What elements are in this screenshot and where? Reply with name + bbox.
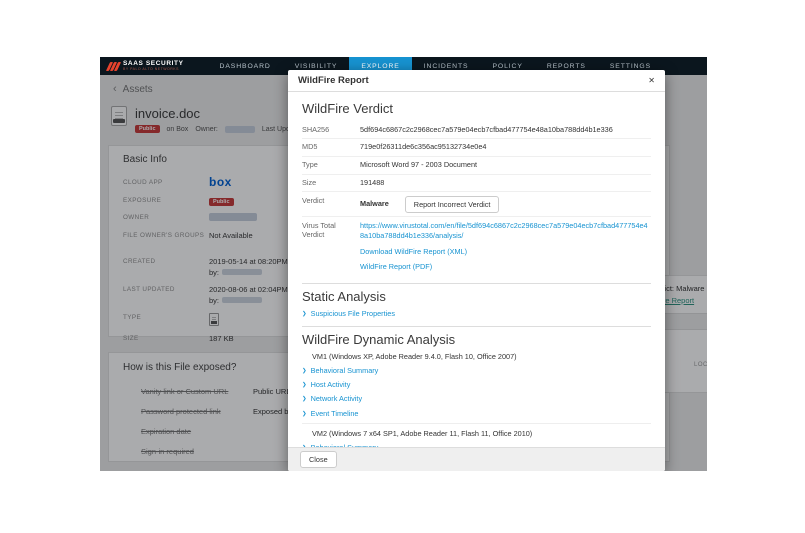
row-md5: MD5 719e0f26311de6c356ac95132734e0e4 <box>302 139 651 157</box>
close-icon[interactable]: ✕ <box>648 76 655 85</box>
verdict-value: Malware <box>360 199 389 209</box>
row-size: Size 191488 <box>302 175 651 193</box>
palo-alto-logo-icon <box>105 61 122 71</box>
chevron-right-icon: ❯ <box>302 410 307 417</box>
app-window: SAAS SECURITY BY PALO ALTO NETWORKS DASH… <box>100 57 707 471</box>
vm1-name: VM1 (Windows XP, Adobe Reader 9.4.0, Fla… <box>312 351 517 361</box>
modal-body: WildFire Verdict SHA256 5df694c6867c2c29… <box>288 92 665 447</box>
close-button[interactable]: Close <box>300 451 337 468</box>
static-analysis-heading: Static Analysis <box>302 288 386 304</box>
nav-dashboard[interactable]: DASHBOARD <box>208 57 283 75</box>
virustotal-link[interactable]: https://www.virustotal.com/en/file/5df69… <box>360 221 651 241</box>
section-divider <box>302 325 651 327</box>
row-sha256: SHA256 5df694c6867c2c2968cec7a579e04ecb7… <box>302 121 651 139</box>
wildfire-report-modal: WildFire Report ✕ WildFire Verdict SHA25… <box>288 70 665 471</box>
modal-footer: Close <box>288 447 665 471</box>
row-verdict: Verdict Malware Report Incorrect Verdict <box>302 192 651 218</box>
chevron-right-icon: ❯ <box>302 367 307 374</box>
modal-header: WildFire Report ✕ <box>288 70 665 92</box>
vm1-host-activity-link[interactable]: ❯ Host Activity <box>302 380 651 390</box>
vm-divider <box>302 423 651 425</box>
wildfire-verdict-heading: WildFire Verdict <box>302 101 394 116</box>
dynamic-analysis-heading: WildFire Dynamic Analysis <box>302 331 456 347</box>
chevron-right-icon: ❯ <box>302 396 307 403</box>
chevron-right-icon: ❯ <box>302 381 307 388</box>
download-pdf-link[interactable]: WildFire Report (PDF) <box>360 262 651 272</box>
brand: SAAS SECURITY BY PALO ALTO NETWORKS <box>100 57 194 75</box>
modal-title: WildFire Report <box>298 75 369 86</box>
vm1-event-timeline-link[interactable]: ❯ Event Timeline <box>302 409 651 419</box>
download-xml-link[interactable]: Download WildFire Report (XML) <box>360 247 651 257</box>
section-divider <box>302 282 651 284</box>
report-incorrect-verdict-button[interactable]: Report Incorrect Verdict <box>404 195 500 213</box>
vm1-network-activity-link[interactable]: ❯ Network Activity <box>302 394 651 404</box>
suspicious-file-properties-link[interactable]: ❯ Suspicious File Properties <box>302 309 651 319</box>
vm1-behavioral-summary-link[interactable]: ❯ Behavioral Summary <box>302 366 651 376</box>
row-type: Type Microsoft Word 97 - 2003 Document <box>302 157 651 175</box>
brand-subtitle: BY PALO ALTO NETWORKS <box>123 67 179 71</box>
chevron-right-icon: ❯ <box>302 310 307 317</box>
row-virus-total: Virus Total Verdict https://www.virustot… <box>302 217 651 275</box>
vm2-name: VM2 (Windows 7 x64 SP1, Adobe Reader 11,… <box>312 429 533 439</box>
